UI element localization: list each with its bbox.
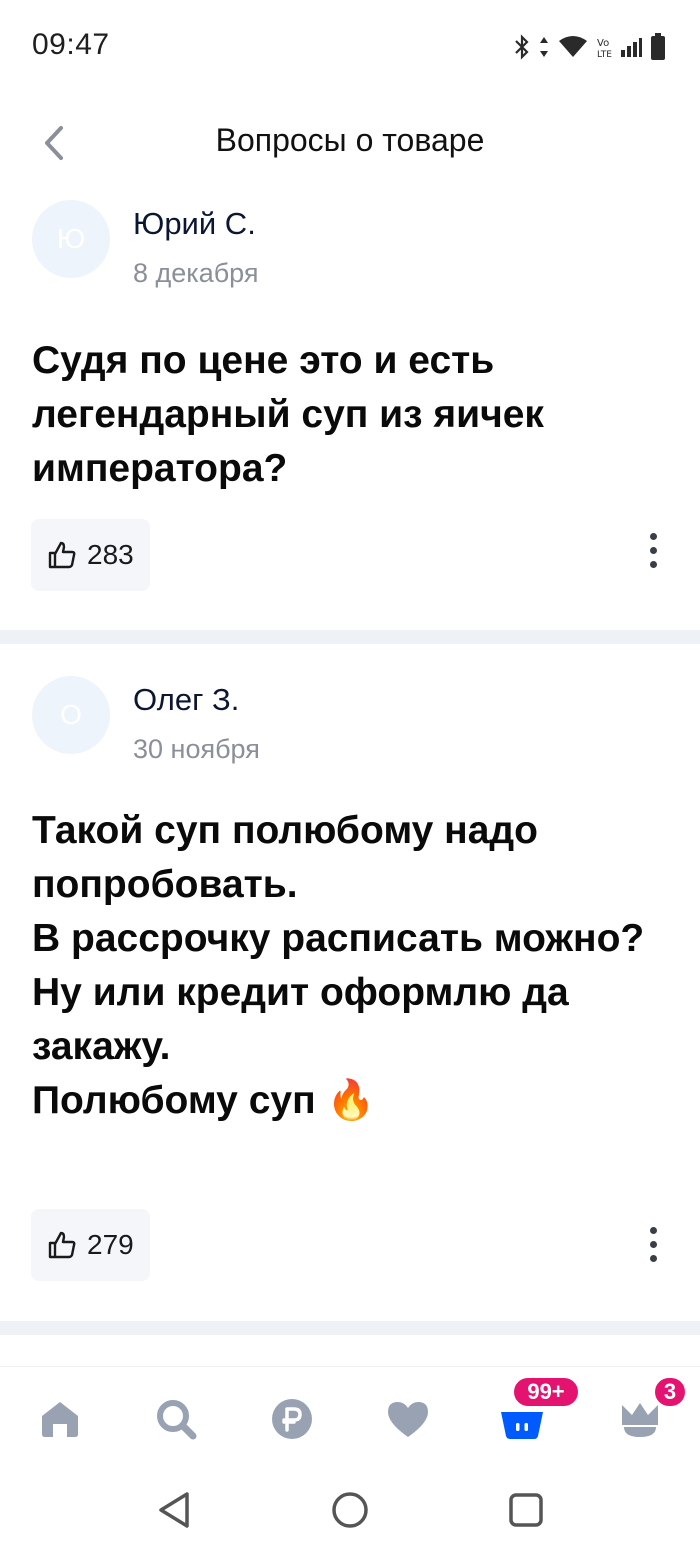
dot [649,1240,657,1248]
profile-badge: 3 [652,1375,688,1409]
page-title: Вопросы о товаре [215,122,485,158]
like-count: 283 [87,539,134,570]
system-home-button[interactable] [326,1486,374,1534]
avatar: О [32,676,110,754]
question-card: О Олег З. 30 ноября Такой суп полюбому н… [0,646,700,1322]
more-options-button[interactable] [636,520,670,580]
system-back-button[interactable] [150,1486,198,1534]
nav-payments[interactable] [264,1391,320,1447]
back-triangle-icon [159,1492,189,1528]
question-date: 30 ноября [133,734,260,764]
home-circle-icon [332,1492,368,1528]
bluetooth-icon [515,34,529,60]
like-count: 279 [87,1229,134,1260]
system-nav [0,1462,700,1556]
system-recents-button[interactable] [502,1486,550,1534]
ruble-icon [272,1399,312,1439]
nav-home[interactable] [32,1391,88,1447]
dot [649,1254,657,1262]
wifi-icon [559,36,587,57]
question-text: Судя по цене это и есть легендарный суп … [32,339,544,490]
signal-icon [621,38,642,57]
battery-icon [651,33,665,60]
dot [649,1226,657,1234]
home-icon [42,1402,78,1437]
search-icon [157,1400,197,1440]
dot [649,532,657,540]
dot [649,560,657,568]
svg-text:LTE: LTE [597,50,612,59]
status-bar: 09:47 Vo LTE [0,0,700,92]
section-separator [0,1321,700,1335]
data-arrows-icon [540,37,548,57]
like-button[interactable]: 283 [31,519,150,591]
thumbs-up-icon [48,1231,76,1259]
recents-square-icon [509,1493,543,1527]
more-options-button[interactable] [636,1214,670,1274]
nav-search[interactable] [148,1391,204,1447]
author-name[interactable]: Олег З. [133,682,239,718]
avatar-initial: О [60,699,82,730]
status-time: 09:47 [32,28,110,61]
author-name[interactable]: Юрий С. [133,206,256,242]
avatar: Ю [32,200,110,278]
like-button[interactable]: 279 [31,1209,150,1281]
avatar-initial: Ю [56,223,86,254]
profile-icon [622,1403,658,1437]
question-date: 8 декабря [133,258,259,288]
cart-badge: 99+ [511,1375,581,1409]
heart-icon [388,1402,428,1437]
dot [649,546,657,554]
nav-favorites[interactable] [380,1391,436,1447]
status-icons: Vo LTE [514,32,666,62]
header: Вопросы о товаре [0,100,700,186]
thumbs-up-icon [48,541,76,569]
volte-icon: VoLTE [597,38,612,59]
question-card: Ю Юрий С. 8 декабря Судя по цене это и е… [0,196,700,630]
bottom-nav: 99+ 3 [0,1366,700,1462]
section-separator [0,630,700,644]
question-text: Такой суп полюбому надо попробовать. В р… [32,809,645,1122]
svg-text:Vo: Vo [597,38,609,49]
